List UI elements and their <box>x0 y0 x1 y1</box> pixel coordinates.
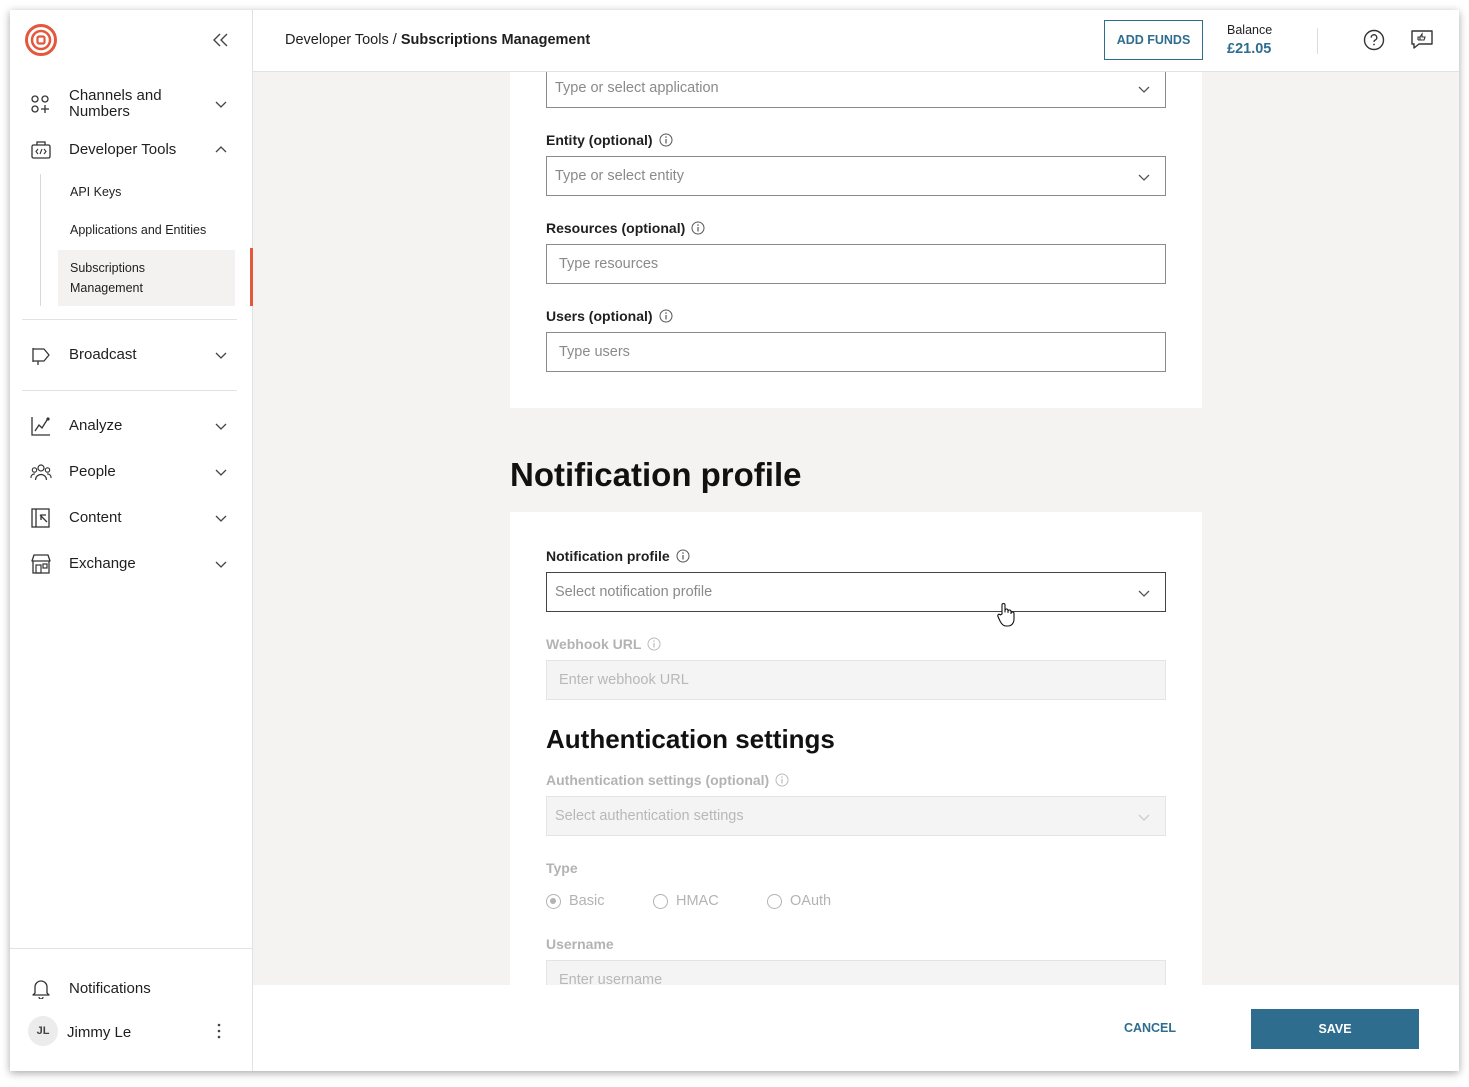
chevron-down-icon <box>215 352 227 359</box>
notification-profile-placeholder: Select notification profile <box>555 584 713 600</box>
cancel-button[interactable]: CANCEL <box>1105 1010 1195 1046</box>
sidebar-item-developer-tools[interactable]: Developer Tools <box>10 138 253 162</box>
type-radio-basic: Basic <box>546 893 604 909</box>
info-icon[interactable] <box>691 221 705 235</box>
balance-value: £21.05 <box>1227 41 1272 57</box>
type-radio-oauth: OAuth <box>767 893 831 909</box>
radio-icon <box>767 893 782 909</box>
avatar[interactable]: JL <box>28 1016 58 1046</box>
entity-placeholder: Type or select entity <box>555 168 684 184</box>
authentication-settings-placeholder: Select authentication settings <box>555 808 744 824</box>
breadcrumb-current: Subscriptions Management <box>400 32 591 48</box>
sidebar-item-channels-and-numbers[interactable]: Channels and Numbers <box>10 88 253 120</box>
authentication-settings-heading: Authentication settings <box>546 724 835 754</box>
users-placeholder: Type users <box>559 344 630 360</box>
chevron-down-icon <box>1138 86 1150 93</box>
sidebar-item-label: Channels and Numbers <box>69 87 162 120</box>
sidebar-item-label: People <box>69 463 116 480</box>
save-button[interactable]: SAVE <box>1251 1009 1419 1049</box>
analyze-icon <box>31 417 50 436</box>
active-indicator <box>250 248 253 306</box>
sidebar-item-label: Notifications <box>69 980 151 997</box>
bell-icon <box>32 980 50 999</box>
user-name: Jimmy Le <box>67 1024 132 1041</box>
sidebar: Channels and Numbers Developer Tools API… <box>10 10 253 1071</box>
info-icon[interactable] <box>659 133 673 147</box>
sidebar-item-content[interactable]: Content <box>10 506 253 530</box>
channels-icon <box>31 95 49 113</box>
resources-placeholder: Type resources <box>559 256 659 272</box>
collapse-sidebar-icon[interactable] <box>210 30 232 50</box>
type-radio-hmac: HMAC <box>653 893 719 909</box>
sidebar-item-analyze[interactable]: Analyze <box>10 414 253 438</box>
balance-label: Balance <box>1227 23 1273 37</box>
header-divider <box>1317 28 1318 54</box>
authentication-settings-select: Select authentication settings <box>546 796 1166 836</box>
sidebar-item-broadcast[interactable]: Broadcast <box>10 343 253 367</box>
info-icon <box>775 773 789 787</box>
breadcrumb: Developer Tools / Subscriptions Manageme… <box>285 32 590 48</box>
notification-profile-label: Notification profile <box>546 548 690 564</box>
sidebar-divider <box>22 319 237 320</box>
application-placeholder: Type or select application <box>555 80 719 96</box>
chevron-down-icon <box>215 469 227 476</box>
chevron-down-icon <box>215 561 227 568</box>
content-icon <box>31 508 50 528</box>
app-window: Type or select application Entity (optio… <box>10 10 1459 1071</box>
users-input[interactable]: Type users <box>546 332 1166 372</box>
top-header: Developer Tools / Subscriptions Manageme… <box>253 10 1459 72</box>
authentication-settings-label: Authentication settings (optional) <box>546 772 789 788</box>
entity-select[interactable]: Type or select entity <box>546 156 1166 196</box>
people-icon <box>30 464 52 481</box>
chevron-down-icon <box>1138 814 1150 821</box>
info-icon <box>647 637 661 651</box>
sidebar-item-label: Analyze <box>69 417 123 434</box>
broadcast-icon <box>32 348 50 365</box>
more-options-icon[interactable] <box>214 1022 224 1040</box>
sidebar-subitem-applications-and-entities[interactable]: Applications and Entities <box>58 220 235 240</box>
breadcrumb-parent[interactable]: Developer Tools / <box>285 32 397 48</box>
chevron-down-icon <box>215 101 227 108</box>
chevron-down-icon <box>1138 174 1150 181</box>
sidebar-item-people[interactable]: People <box>10 460 253 484</box>
add-funds-button[interactable]: ADD FUNDS <box>1104 20 1203 60</box>
entity-label: Entity (optional) <box>546 132 673 148</box>
users-label: Users (optional) <box>546 308 673 324</box>
notification-profile-select[interactable]: Select notification profile <box>546 572 1166 612</box>
info-icon[interactable] <box>659 309 673 323</box>
chevron-down-icon <box>215 423 227 430</box>
exchange-icon <box>31 554 51 574</box>
sidebar-item-label: Content <box>69 509 122 526</box>
sidebar-item-label: Exchange <box>69 555 136 572</box>
sidebar-subitem-subscriptions-management[interactable]: Subscriptions Management <box>58 250 235 306</box>
webhook-url-label: Webhook URL <box>546 636 661 652</box>
webhook-url-input: Enter webhook URL <box>546 660 1166 700</box>
chevron-up-icon <box>215 146 227 153</box>
hand-cursor-icon <box>997 603 1015 627</box>
sidebar-item-label: Developer Tools <box>69 141 177 158</box>
radio-icon <box>653 893 668 909</box>
help-icon[interactable] <box>1363 29 1385 51</box>
username-label: Username <box>546 936 614 952</box>
sidebar-bottom-divider <box>10 948 253 949</box>
submenu-line <box>40 174 41 306</box>
chevron-down-icon <box>1138 590 1150 597</box>
sidebar-item-label: Broadcast <box>69 346 137 363</box>
sidebar-item-exchange[interactable]: Exchange <box>10 552 253 576</box>
sidebar-item-notifications[interactable]: Notifications <box>10 977 253 1001</box>
resources-label: Resources (optional) <box>546 220 705 236</box>
type-label: Type <box>546 860 578 876</box>
brand-logo-icon[interactable] <box>25 24 57 56</box>
sidebar-divider <box>22 390 237 391</box>
feedback-icon[interactable] <box>1410 29 1434 51</box>
resources-input[interactable]: Type resources <box>546 244 1166 284</box>
chevron-down-icon <box>215 515 227 522</box>
info-icon[interactable] <box>676 549 690 563</box>
webhook-url-placeholder: Enter webhook URL <box>559 672 689 688</box>
sidebar-subitem-api-keys[interactable]: API Keys <box>58 182 235 202</box>
developer-tools-icon <box>31 141 51 159</box>
notification-profile-heading: Notification profile <box>510 456 802 493</box>
radio-selected-icon <box>546 893 561 909</box>
application-select[interactable]: Type or select application <box>546 68 1166 108</box>
